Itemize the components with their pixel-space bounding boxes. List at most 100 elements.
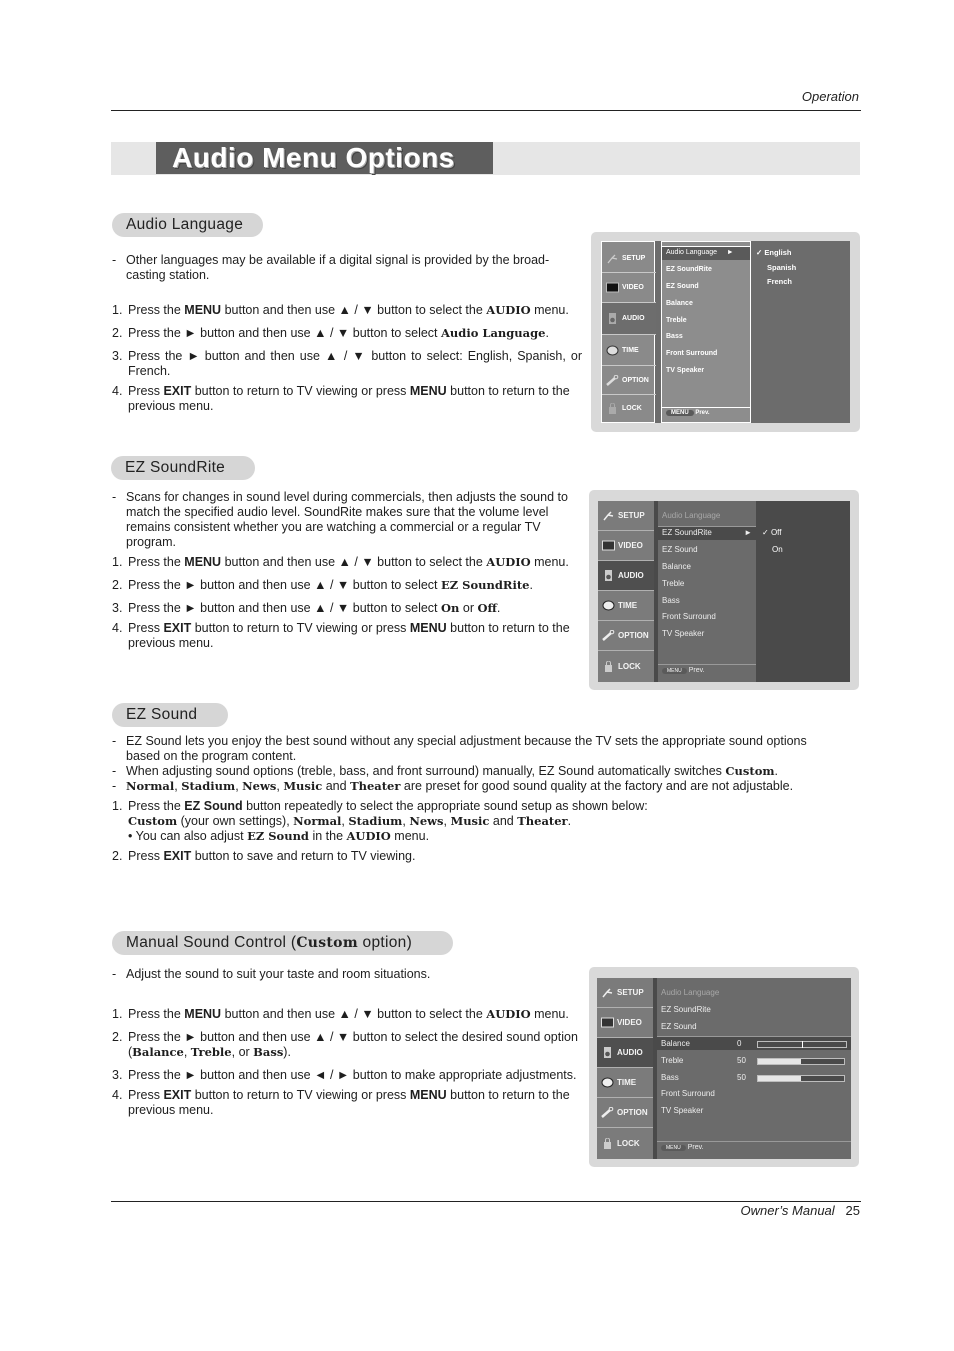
- tv-slider-value: 50: [737, 1073, 746, 1082]
- tv-item: EZ SoundRite: [666, 266, 712, 273]
- balance-center-marker: [802, 1041, 803, 1048]
- note: EZ Sound lets you enjoy the best sound w…: [112, 734, 812, 764]
- tv-item: Balance: [662, 562, 691, 571]
- tv-sidebar: SETUP VIDEO AUDIO TIME OPTION LOCK: [598, 501, 654, 682]
- speaker-icon: [606, 313, 619, 324]
- step-1: 1. Press the MENU button and then use ▲ /…: [112, 1007, 569, 1021]
- tv-divider: [657, 1141, 851, 1142]
- tv-item: Treble: [666, 317, 687, 324]
- lock-icon: [602, 660, 615, 672]
- tv-divider: [658, 664, 756, 665]
- tv-menu-items: Audio Language EZ SoundRite EZ Sound Bal…: [657, 978, 851, 1159]
- clock-icon: [602, 600, 615, 611]
- section-header: Operation: [801, 89, 859, 104]
- satellite-icon: [606, 253, 619, 264]
- note: Normal, Stadium, News, Music and Theater…: [112, 779, 812, 794]
- tv-prev-hint: MENU Prev.: [661, 1144, 704, 1151]
- submenu-arrow-icon: ►: [726, 249, 734, 256]
- tv-item: Front Surround: [661, 1089, 715, 1098]
- note: Scans for changes in sound level during …: [112, 490, 582, 550]
- tv-prev-hint: MENU Prev.: [666, 410, 710, 416]
- tv-options-panel: ✓ English Spanish French: [751, 241, 850, 423]
- menu-button-icon: MENU: [666, 410, 694, 416]
- tv-item: TV Speaker: [666, 367, 705, 374]
- screen-icon: [601, 1017, 614, 1028]
- tv-item: EZ Sound: [666, 283, 699, 290]
- tv-menu-panel: SETUP VIDEO AUDIO TIME OPTION LOCK Audio…: [597, 978, 851, 1159]
- tv-item: EZ Sound: [661, 1022, 697, 1031]
- tv-slider-label: Treble: [661, 1056, 684, 1065]
- section-heading-ez-sound: EZ Sound: [112, 703, 228, 727]
- tv-item-ez-soundrite: EZ SoundRite ►: [662, 528, 752, 537]
- tv-menu-screenshot-manual-sound: SETUP VIDEO AUDIO TIME OPTION LOCK Audio…: [589, 967, 859, 1167]
- tv-sidebar-video: VIDEO: [597, 1008, 653, 1038]
- tv-sidebar: SETUP VIDEO AUDIO TIME OPTION LOCK: [597, 978, 653, 1159]
- step-4: 4. Press EXIT button to return to TV view…: [112, 384, 570, 413]
- tv-item: EZ SoundRite: [661, 1005, 711, 1014]
- step-3: 3. Press the ► button and then use ▲ / ▼ …: [112, 601, 501, 615]
- tv-item: Audio Language: [661, 988, 720, 997]
- bass-slider[interactable]: [757, 1075, 845, 1082]
- step-3: 3. Press the ► button and then use ◄ / ► …: [112, 1068, 577, 1082]
- step-1: 1. Press the EZ Sound button repeatedly …: [112, 799, 648, 843]
- tv-sidebar-audio: AUDIO: [597, 1038, 653, 1068]
- tv-menu-items: Audio Language ► EZ SoundRite EZ Sound B…: [661, 241, 751, 423]
- tv-slider-label: Bass: [661, 1073, 679, 1082]
- tv-options-panel: ✓ Off On: [756, 501, 850, 682]
- check-icon: ✓: [756, 248, 763, 257]
- speaker-icon: [601, 1047, 614, 1058]
- section-heading-audio-language: Audio Language: [112, 213, 263, 237]
- tv-slider-label: Balance: [661, 1039, 690, 1048]
- section-heading-ez-soundrite: EZ SoundRite: [111, 456, 255, 480]
- tv-sidebar-setup: SETUP: [602, 244, 656, 273]
- footer: Owner’s Manual 25: [741, 1203, 861, 1218]
- wrench-icon: [606, 374, 619, 386]
- section-heading-manual-sound-control: Manual Sound Control (Custom option): [112, 931, 453, 955]
- footer-label: Owner’s Manual: [740, 1203, 835, 1218]
- tv-sidebar-lock: LOCK: [597, 1128, 653, 1159]
- tv-option-off: ✓ Off: [762, 528, 782, 537]
- page-number: 25: [845, 1203, 860, 1218]
- wrench-icon: [602, 629, 615, 641]
- tv-sidebar-time: TIME: [597, 1068, 653, 1098]
- tv-item: EZ Sound: [662, 545, 698, 554]
- step-3: 3. Press the ► button and then use ▲ / ▼ …: [112, 349, 582, 378]
- satellite-icon: [601, 987, 614, 998]
- tv-item: Audio Language: [662, 511, 721, 520]
- clock-icon: [606, 345, 619, 356]
- tv-menu-items: Audio Language EZ SoundRite ► EZ Sound Ba…: [658, 501, 756, 682]
- tv-sidebar-setup: SETUP: [598, 501, 654, 531]
- check-icon: ✓: [762, 528, 769, 537]
- screen-icon: [602, 540, 615, 551]
- tv-menu-screenshot-audio-language: SETUP VIDEO AUDIO TIME OPTION LOCK Audio…: [591, 232, 860, 432]
- speaker-icon: [602, 570, 615, 581]
- tv-slider-value: 50: [737, 1056, 746, 1065]
- tv-item: Bass: [662, 596, 680, 605]
- screen-icon: [606, 282, 619, 293]
- tv-sidebar-lock: LOCK: [602, 395, 656, 422]
- note: When adjusting sound options (treble, ba…: [112, 764, 812, 779]
- menu-button-icon: MENU: [662, 668, 687, 674]
- tv-sidebar-time: TIME: [602, 335, 656, 366]
- balance-slider[interactable]: [757, 1041, 847, 1048]
- tv-sidebar-setup: SETUP: [597, 978, 653, 1008]
- tv-sidebar-option: OPTION: [602, 366, 656, 395]
- step-4: 4. Press EXIT button to return to TV view…: [112, 621, 570, 650]
- submenu-arrow-icon: ►: [744, 528, 752, 537]
- step-2: 2. Press the ► button and then use ▲ / ▼ …: [112, 326, 549, 340]
- note: Other languages may be available if a di…: [112, 253, 582, 283]
- tv-divider: [662, 407, 750, 408]
- tv-option-on: On: [772, 545, 783, 554]
- tv-menu-screenshot-ez-soundrite: SETUP VIDEO AUDIO TIME OPTION LOCK Audio…: [589, 490, 859, 690]
- tv-option-english: ✓ English: [756, 248, 792, 257]
- tv-prev-hint: MENU Prev.: [662, 667, 705, 674]
- tv-sidebar-video: VIDEO: [602, 273, 656, 303]
- step-1: 1. Press the MENU button and then use ▲ /…: [112, 303, 569, 317]
- tv-sidebar-audio: AUDIO: [598, 561, 654, 591]
- lock-icon: [601, 1137, 614, 1149]
- page-title: Audio Menu Options: [156, 142, 493, 174]
- satellite-icon: [602, 510, 615, 521]
- treble-slider[interactable]: [757, 1058, 845, 1065]
- footer-rule: [111, 1201, 861, 1202]
- tv-item: Bass: [666, 333, 683, 340]
